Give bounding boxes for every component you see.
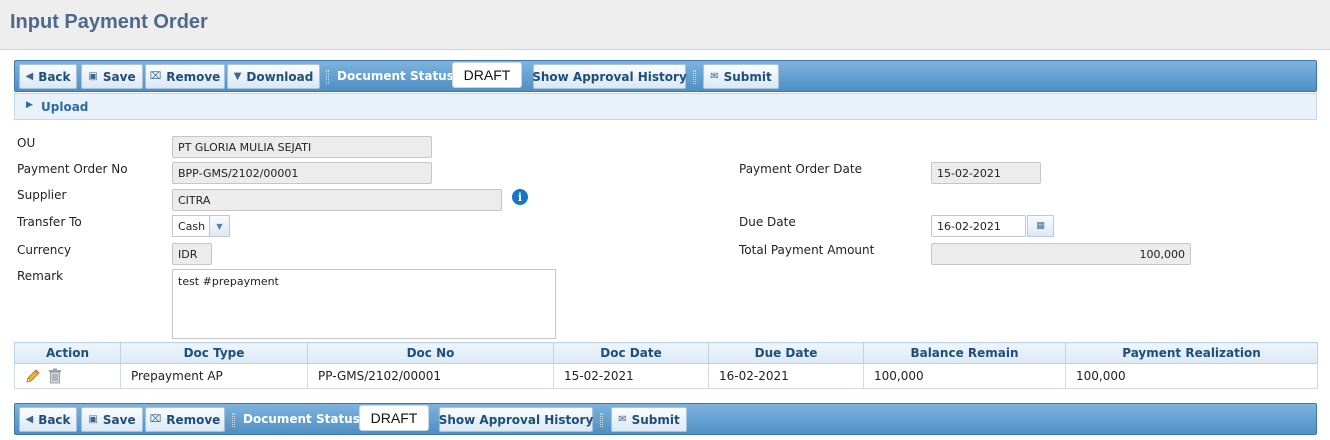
column-header-doc-no[interactable]: Doc No — [307, 342, 554, 364]
column-header-due-date[interactable]: Due Date — [708, 342, 864, 364]
action-cell — [14, 363, 121, 389]
payment-order-date-label: Payment Order Date — [739, 162, 862, 176]
payment-order-date-field[interactable]: 15-02-2021 — [931, 162, 1041, 184]
payment-detail-table: Action Doc Type Doc No Doc Date Due Date… — [14, 342, 1318, 389]
table-row: Prepayment AP PP-GMS/2102/00001 15-02-20… — [14, 363, 1318, 389]
total-payment-amount-field[interactable]: 100,000 — [931, 243, 1191, 265]
document-status-value: DRAFT — [452, 62, 522, 88]
total-payment-amount-label: Total Payment Amount — [739, 243, 875, 257]
top-toolbar: ◀ Back ▣ Save ⌧ Remove ▼ Download Document S… — [14, 60, 1317, 92]
page-header: Input Payment Order — [0, 0, 1330, 50]
envelope-icon: ✉ — [710, 71, 719, 82]
back-button[interactable]: ◀ Back — [19, 64, 77, 89]
remark-label: Remark — [17, 269, 64, 283]
calendar-icon[interactable]: ▦ — [1027, 215, 1054, 237]
due-date-label: Due Date — [739, 215, 796, 229]
page-title: Input Payment Order — [10, 11, 208, 33]
toolbar-separator — [232, 413, 235, 427]
toolbar-separator — [600, 413, 603, 427]
triangle-right-icon: ▶ — [26, 100, 33, 110]
doc-no-cell: PP-GMS/2102/00001 — [307, 363, 554, 389]
submit-button[interactable]: ✉ Submit — [611, 407, 687, 432]
show-approval-history-button[interactable]: Show Approval History — [532, 64, 687, 89]
due-date-cell: 16-02-2021 — [708, 363, 864, 389]
chevron-down-icon[interactable]: ▼ — [209, 216, 229, 236]
ou-label: OU — [17, 136, 36, 150]
show-approval-history-button[interactable]: Show Approval History — [439, 407, 593, 432]
floppy-icon: ▣ — [88, 71, 98, 82]
envelope-icon: ✉ — [618, 414, 627, 425]
supplier-label: Supplier — [17, 188, 67, 202]
doc-date-cell: 15-02-2021 — [553, 363, 709, 389]
supplier-field[interactable]: CITRA — [172, 189, 502, 211]
triangle-left-icon: ◀ — [25, 414, 34, 425]
trash-icon: ⌧ — [149, 71, 162, 82]
transfer-to-select[interactable]: Cash ▼ — [172, 215, 230, 237]
toolbar-separator — [693, 70, 696, 84]
doc-type-cell: Prepayment AP — [120, 363, 308, 389]
bottom-toolbar: ◀ Back ▣ Save ⌧ Remove Document Status: DRA… — [14, 403, 1317, 435]
trash-icon[interactable] — [48, 368, 62, 384]
payment-realization-cell: 100,000 — [1065, 363, 1318, 389]
save-button[interactable]: ▣ Save — [81, 64, 143, 89]
payment-order-no-field[interactable]: BPP-GMS/2102/00001 — [172, 162, 432, 184]
column-header-doc-date[interactable]: Doc Date — [553, 342, 709, 364]
table-header-row: Action Doc Type Doc No Doc Date Due Date… — [14, 342, 1318, 364]
transfer-to-value: Cash — [178, 220, 206, 233]
transfer-to-label: Transfer To — [17, 215, 82, 229]
document-status-label: Document Status: — [243, 412, 365, 426]
document-status-value: DRAFT — [359, 405, 429, 431]
payment-order-no-label: Payment Order No — [17, 162, 128, 176]
currency-field[interactable]: IDR — [172, 243, 212, 265]
floppy-icon: ▣ — [88, 414, 98, 425]
column-header-action[interactable]: Action — [14, 342, 121, 364]
due-date-field[interactable]: 16-02-2021 — [931, 215, 1026, 237]
trash-icon: ⌧ — [149, 414, 162, 425]
upload-label: Upload — [41, 100, 89, 114]
toolbar-separator — [326, 70, 329, 84]
back-button[interactable]: ◀ Back — [19, 407, 77, 432]
triangle-left-icon: ◀ — [25, 71, 34, 82]
document-status-label: Document Status: — [337, 69, 459, 83]
currency-label: Currency — [17, 243, 72, 257]
triangle-down-icon: ▼ — [233, 71, 242, 82]
download-button[interactable]: ▼ Download — [227, 64, 320, 89]
column-header-balance-remain[interactable]: Balance Remain — [863, 342, 1066, 364]
info-icon[interactable]: i — [512, 189, 528, 205]
balance-remain-cell: 100,000 — [863, 363, 1066, 389]
remark-textarea[interactable]: test #prepayment — [172, 269, 556, 339]
pencil-icon[interactable] — [25, 368, 41, 384]
submit-button[interactable]: ✉ Submit — [703, 64, 779, 89]
column-header-doc-type[interactable]: Doc Type — [120, 342, 308, 364]
remove-button[interactable]: ⌧ Remove — [145, 407, 225, 432]
column-header-payment-realization[interactable]: Payment Realization — [1065, 342, 1318, 364]
upload-section[interactable]: ▶ Upload — [14, 93, 1317, 120]
remove-button[interactable]: ⌧ Remove — [145, 64, 225, 89]
save-button[interactable]: ▣ Save — [81, 407, 143, 432]
ou-field[interactable]: PT GLORIA MULIA SEJATI — [172, 136, 432, 158]
